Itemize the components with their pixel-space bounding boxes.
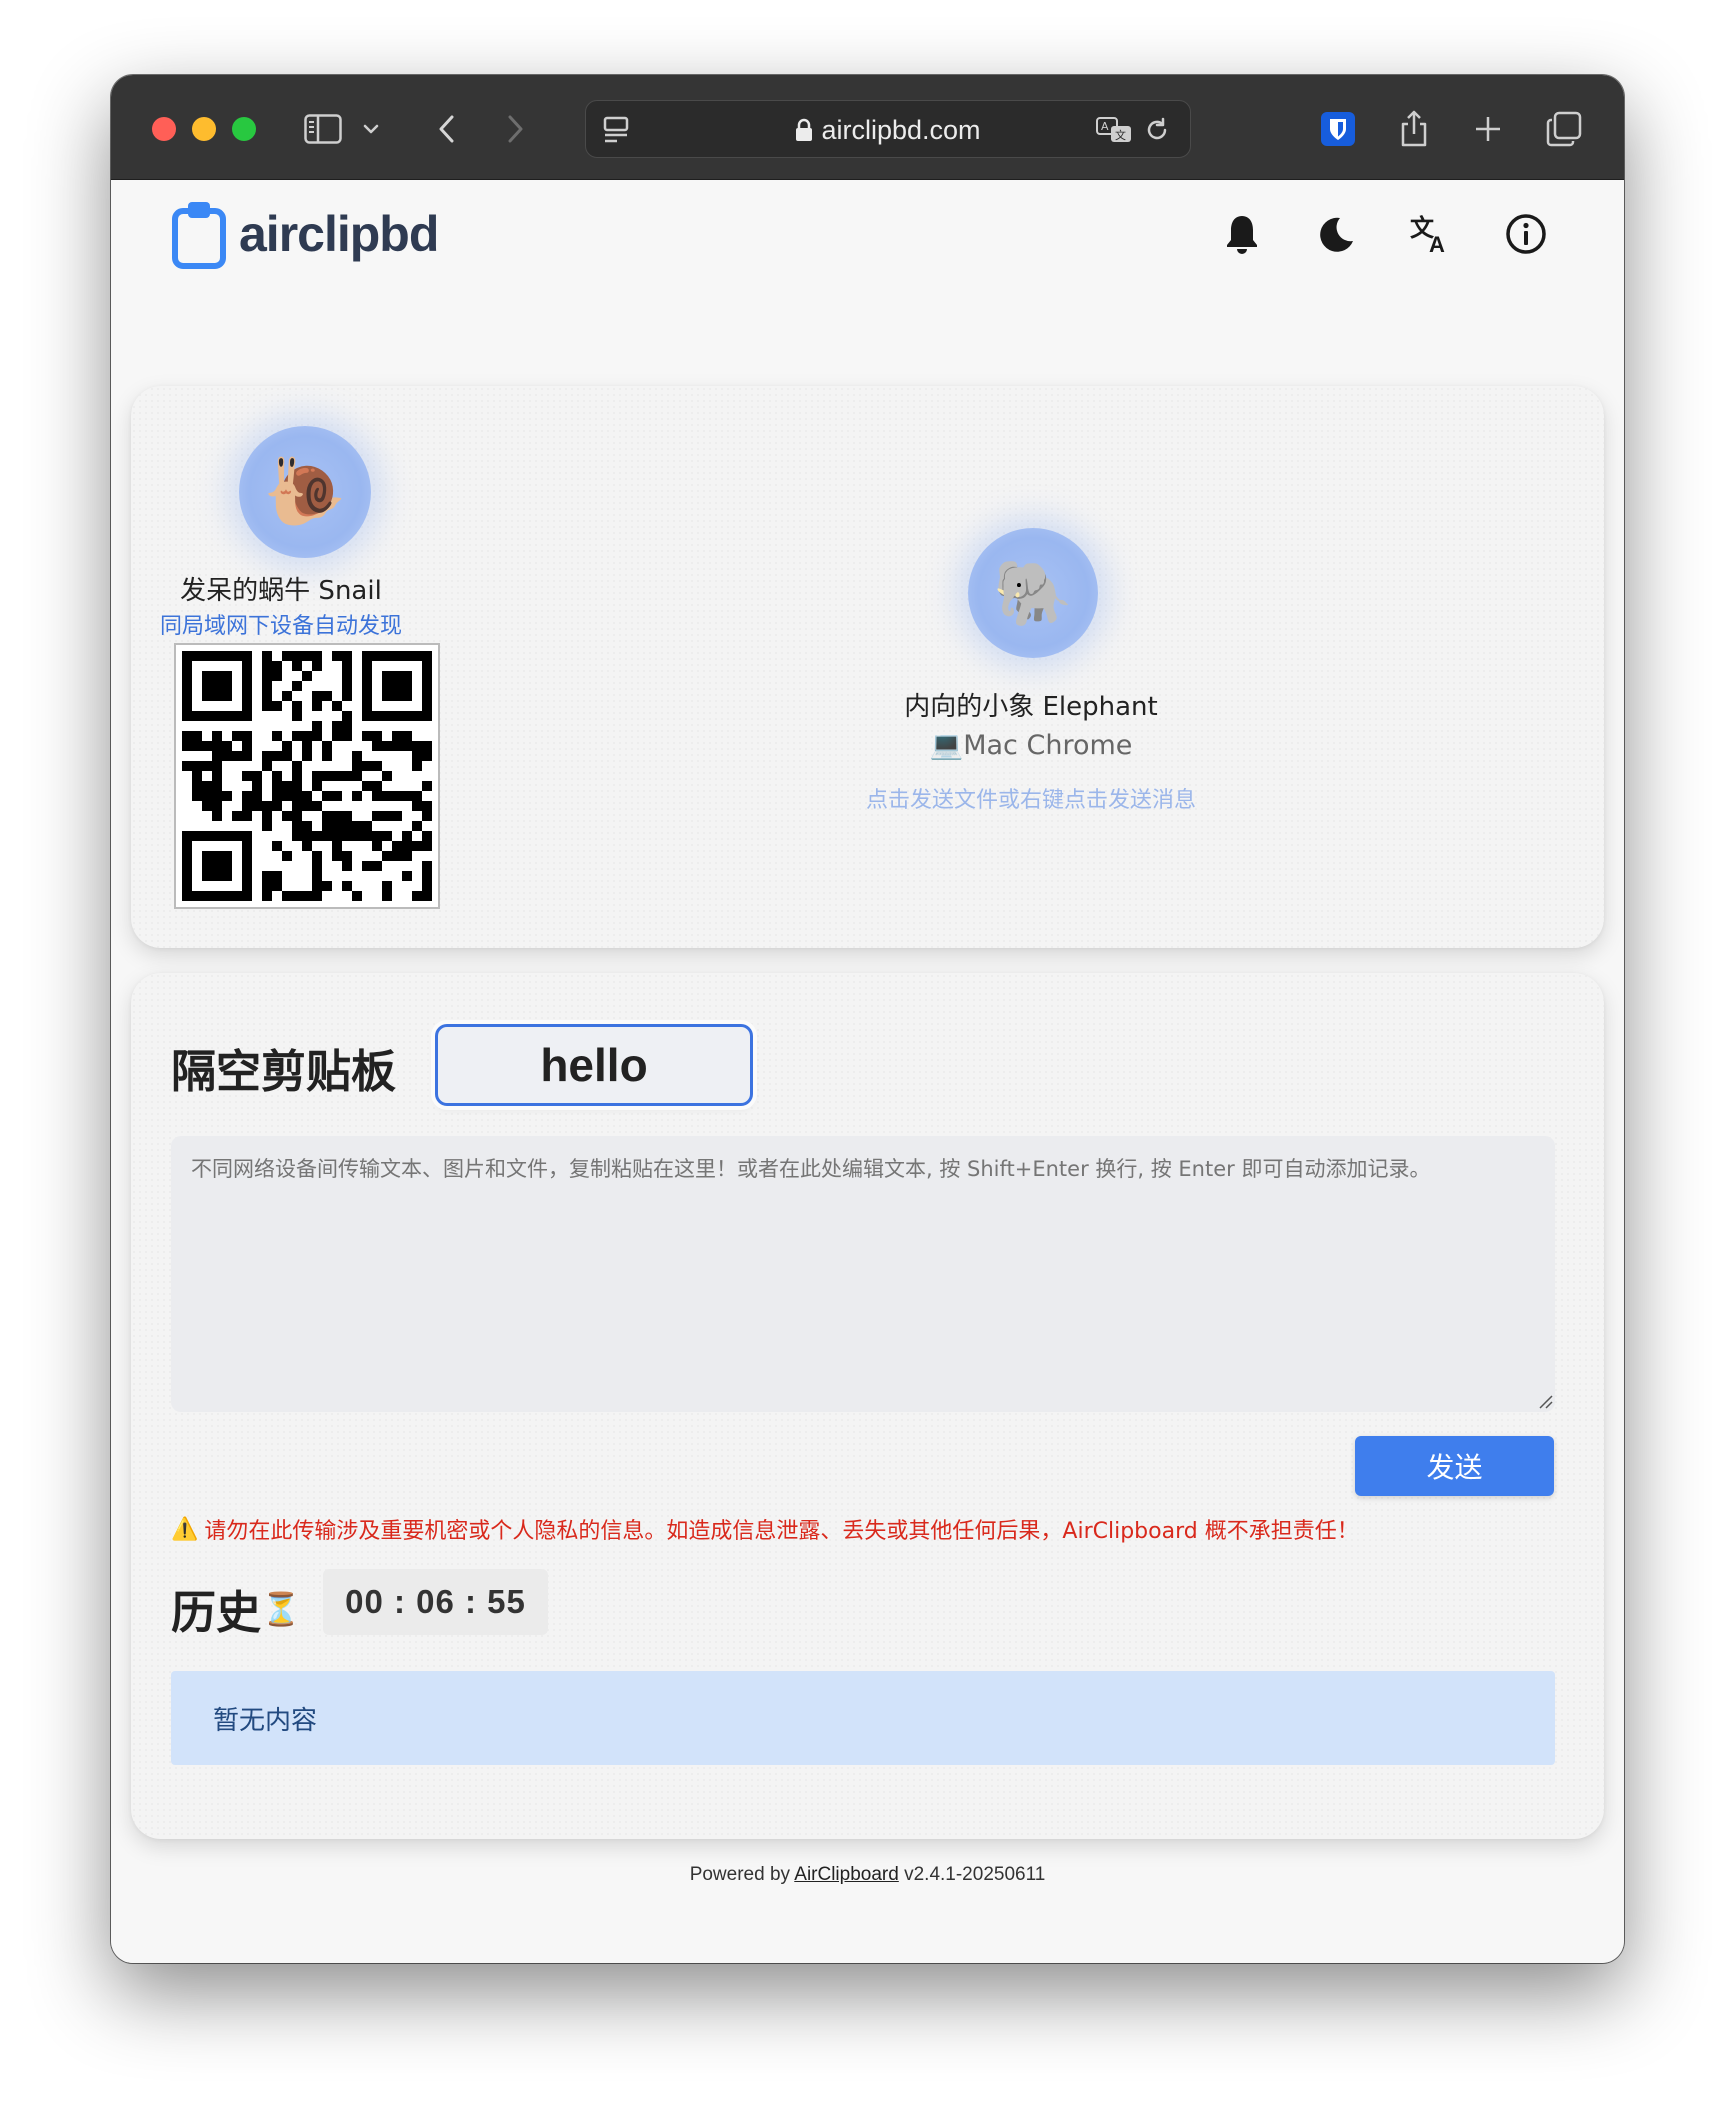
clipboard-title: 隔空剪贴板 <box>171 1045 397 1098</box>
translate-page-icon[interactable]: A文 <box>1094 106 1134 154</box>
snail-icon: 🐌 <box>263 453 347 530</box>
privacy-warning: ⚠️ 请勿在此传输涉及重要机密或个人隐私的信息。如造成信息泄露、丢失或其他任何后… <box>171 1513 1571 1545</box>
hourglass-icon: ⏳ <box>261 1589 301 1628</box>
sidebar-toggle-icon[interactable] <box>301 105 345 153</box>
svg-text:A: A <box>1101 120 1109 133</box>
browser-window: airclipbd.com A文 airclipbd 文 A 🐌 发呆的蜗牛 S… <box>111 75 1624 1963</box>
browser-toolbar: airclipbd.com A文 <box>111 75 1624 180</box>
clipboard-textarea[interactable] <box>171 1136 1555 1412</box>
room-code-input[interactable]: hello <box>435 1024 753 1106</box>
tab-overview-icon[interactable] <box>1542 105 1586 153</box>
peer-device-label: Mac Chrome <box>963 729 1133 761</box>
history-title: 历史 <box>171 1586 262 1639</box>
url-text: airclipbd.com <box>821 114 981 145</box>
devices-card: 🐌 发呆的蜗牛 Snail 同局域网下设备自动发现 🐘 内向的小象 Elepha… <box>131 386 1604 948</box>
close-window-button[interactable] <box>152 117 176 141</box>
reload-icon[interactable] <box>1139 106 1175 154</box>
page-content: airclipbd 文A 🐌 发呆的蜗牛 Snail 同局域网下设备自动发现 🐘 <box>111 181 1624 1963</box>
peer-device-hint: 点击发送文件或右键点击发送消息 <box>865 788 1196 813</box>
resize-grip-icon[interactable] <box>1537 1393 1553 1409</box>
bitwarden-shield-icon[interactable] <box>1316 105 1360 153</box>
clipboard-icon <box>172 202 226 269</box>
svg-text:A: A <box>1429 232 1445 256</box>
peer-device-type: 💻 Mac Chrome <box>731 729 1331 762</box>
self-device-name: 发呆的蜗牛 Snail <box>180 576 382 606</box>
send-button[interactable]: 发送 <box>1355 1436 1554 1496</box>
footer-version: v2.4.1-20250611 <box>904 1864 1046 1885</box>
moon-icon[interactable] <box>1311 209 1361 259</box>
lock-icon <box>795 118 813 142</box>
warning-icon: ⚠️ <box>171 1516 199 1542</box>
chevron-down-icon[interactable] <box>359 105 383 153</box>
share-icon[interactable] <box>1394 105 1434 153</box>
logo-text: airclipbd <box>239 206 439 262</box>
elephant-icon: 🐘 <box>993 556 1073 631</box>
self-device-hint: 同局域网下设备自动发现 <box>159 614 402 639</box>
address-bar[interactable]: airclipbd.com A文 <box>585 100 1191 158</box>
new-tab-icon[interactable] <box>1468 105 1508 153</box>
clipboard-card: 隔空剪贴板 hello 发送 ⚠️ 请勿在此传输涉及重要机密或个人隐私的信息。如… <box>131 973 1604 1839</box>
warning-text: 请勿在此传输涉及重要机密或个人隐私的信息。如造成信息泄露、丢失或其他任何后果，A… <box>204 1519 1359 1544</box>
laptop-icon: 💻 <box>929 730 964 761</box>
self-avatar: 🐌 <box>239 426 371 558</box>
forward-icon[interactable] <box>501 105 531 153</box>
qr-code[interactable] <box>174 643 440 909</box>
info-icon[interactable] <box>1501 209 1551 259</box>
footer: Powered by AirClipboard v2.4.1-20250611 <box>111 1864 1624 1886</box>
translate-icon[interactable]: 文A <box>1406 209 1456 259</box>
zoom-window-button[interactable] <box>232 117 256 141</box>
history-timer: 00 : 06 : 55 <box>323 1569 548 1635</box>
footer-prefix: Powered by <box>689 1864 791 1885</box>
empty-text: 暂无内容 <box>213 1705 318 1736</box>
peer-avatar[interactable]: 🐘 <box>968 528 1098 658</box>
history-empty-state: 暂无内容 <box>171 1671 1555 1765</box>
footer-link[interactable]: AirClipboard <box>794 1864 899 1885</box>
history-title-row: 历史 ⏳ <box>171 1576 301 1641</box>
bell-icon[interactable] <box>1217 209 1267 259</box>
logo[interactable]: airclipbd <box>171 199 439 269</box>
svg-text:文: 文 <box>1115 128 1126 142</box>
peer-device-name: 内向的小象 Elephant <box>904 692 1158 722</box>
back-icon[interactable] <box>431 105 461 153</box>
minimize-window-button[interactable] <box>192 117 216 141</box>
